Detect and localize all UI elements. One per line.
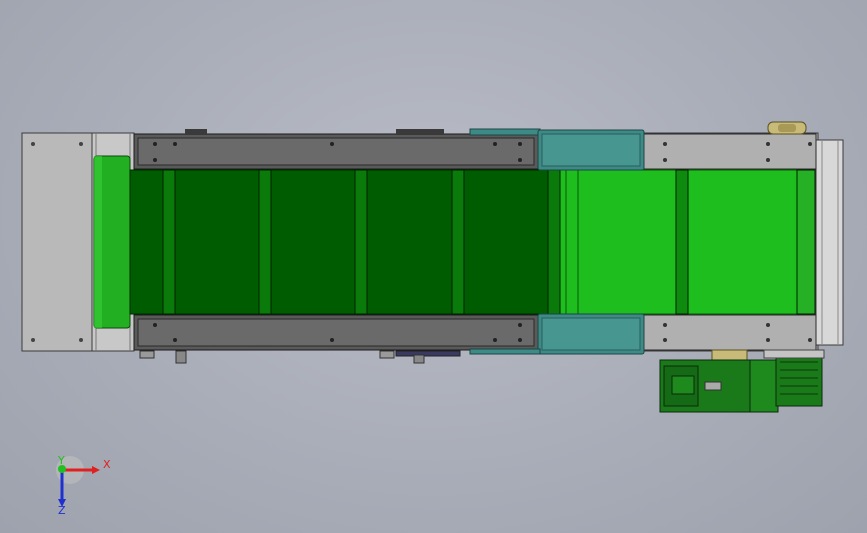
gear-motor [659,349,825,413]
bottom-frame-right-rail [643,314,817,351]
axis-x-label: X [103,458,111,471]
bottom-brackets [139,350,461,364]
axis-y-label: Y [57,454,65,467]
bearing-top [767,121,807,135]
bottom-side-rail [133,314,539,351]
coordinate-triad: X Y Z [56,454,111,517]
axis-z-label: Z [58,504,66,517]
conveyor-belt [93,155,816,329]
belt-dark-segment [129,169,561,315]
cad-viewport[interactable]: X Y Z [0,0,867,533]
left-end-plate [21,132,93,352]
top-frame-right-rail [643,133,817,170]
